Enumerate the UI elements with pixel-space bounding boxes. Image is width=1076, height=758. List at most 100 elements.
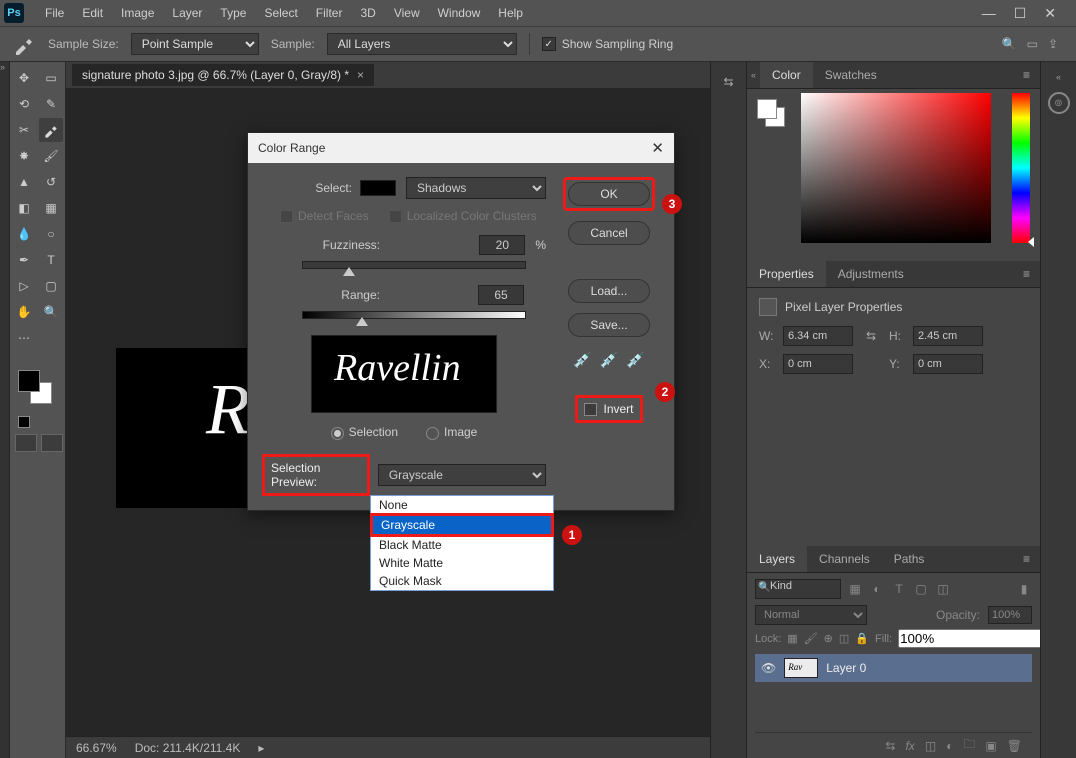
close-icon[interactable]: ✕	[1044, 5, 1056, 22]
cancel-button[interactable]: Cancel	[568, 221, 650, 245]
eyedropper-sample-icon[interactable]: 💉	[573, 351, 592, 369]
link-layers-icon[interactable]: ⇆	[885, 739, 895, 753]
spot-heal-tool[interactable]: ✸	[12, 144, 36, 168]
filter-adjust-icon[interactable]: ◐	[869, 582, 885, 596]
search-icon[interactable]: 🔍	[1002, 37, 1017, 51]
left-collapse-strip[interactable]: »	[0, 62, 10, 758]
fg-bg-swatches[interactable]	[18, 370, 60, 412]
load-button[interactable]: Load...	[568, 279, 650, 303]
layer-row[interactable]: 👁 Layer 0	[755, 654, 1032, 682]
default-colors-icon[interactable]	[18, 416, 30, 428]
move-tool[interactable]: ✥	[12, 66, 36, 90]
share-icon[interactable]: ⇪	[1048, 37, 1058, 51]
lock-pixel-icon[interactable]: 🖌	[804, 632, 818, 645]
lock-trans-icon[interactable]: ▦	[787, 632, 797, 645]
menu-file[interactable]: File	[36, 0, 73, 26]
filter-smart-icon[interactable]: ◫	[935, 582, 951, 596]
selection-preview-dropdown[interactable]: Grayscale	[378, 464, 546, 486]
blend-mode-select[interactable]: Normal	[755, 605, 867, 625]
image-radio[interactable]: Image	[426, 425, 477, 439]
visibility-eye-icon[interactable]: 👁	[761, 661, 776, 675]
selection-radio[interactable]: Selection	[331, 425, 398, 439]
group-icon[interactable]: 🗀	[963, 735, 975, 756]
menu-view[interactable]: View	[385, 0, 429, 26]
show-sampling-ring-checkbox[interactable]: ✓ Show Sampling Ring	[542, 37, 673, 51]
tool-preset-eyedropper-icon[interactable]	[12, 32, 36, 56]
color-tab[interactable]: Color	[760, 62, 813, 88]
select-dropdown[interactable]: Shadows	[406, 177, 546, 199]
marquee-tool[interactable]: ▭	[39, 66, 63, 90]
sample-size-select[interactable]: Point Sample	[131, 33, 259, 55]
ok-button[interactable]: OK	[568, 182, 650, 206]
option-quick-mask[interactable]: Quick Mask	[371, 572, 553, 590]
minimize-icon[interactable]: —	[982, 5, 996, 22]
layer-thumbnail[interactable]	[784, 658, 818, 678]
link-wh-icon[interactable]: ⇆	[859, 329, 883, 343]
clone-stamp-tool[interactable]: ▲	[12, 170, 36, 194]
zoom-level[interactable]: 66.67%	[76, 741, 117, 755]
document-tab[interactable]: signature photo 3.jpg @ 66.7% (Layer 0, …	[72, 64, 374, 86]
filter-shape-icon[interactable]: ▢	[913, 582, 929, 596]
zoom-tool[interactable]: 🔍	[39, 300, 63, 324]
dialog-close-icon[interactable]: ✕	[651, 139, 664, 157]
range-slider[interactable]	[302, 311, 526, 319]
doc-info[interactable]: Doc: 211.4K/211.4K	[135, 741, 241, 755]
menu-3d[interactable]: 3D	[351, 0, 384, 26]
eyedropper-sub-icon[interactable]: 💉	[626, 351, 645, 369]
lock-artboard-icon[interactable]: ◫	[839, 632, 849, 645]
y-input[interactable]	[913, 354, 983, 374]
panel-collapse-icon[interactable]: «	[1056, 72, 1061, 82]
menu-filter[interactable]: Filter	[307, 0, 352, 26]
properties-tab[interactable]: Properties	[747, 261, 826, 287]
quickmask-icon[interactable]	[15, 434, 37, 452]
filter-type-icon[interactable]: T	[891, 582, 907, 596]
menu-select[interactable]: Select	[255, 0, 306, 26]
adjustments-tab[interactable]: Adjustments	[826, 261, 916, 287]
panel-menu-icon[interactable]: ≡	[1013, 62, 1040, 88]
history-brush-tool[interactable]: ↺	[39, 170, 63, 194]
dialog-titlebar[interactable]: Color Range ✕	[248, 133, 674, 163]
crop-tool[interactable]: ✂	[12, 118, 36, 142]
lasso-tool[interactable]: ⟲	[12, 92, 36, 116]
brush-tool[interactable]: 🖌	[39, 144, 63, 168]
new-layer-icon[interactable]: ▣	[985, 739, 996, 753]
panel-icon-adjust[interactable]: ⇆	[717, 70, 741, 94]
eyedropper-tool[interactable]	[39, 118, 63, 142]
filter-image-icon[interactable]: ▦	[847, 582, 863, 596]
layer-fx-icon[interactable]: fx	[905, 739, 914, 753]
layer-mask-icon[interactable]: ◫	[925, 739, 936, 753]
option-grayscale[interactable]: Grayscale	[373, 516, 551, 534]
workspace-icon[interactable]: ▭	[1027, 37, 1038, 51]
layers-tab[interactable]: Layers	[747, 546, 807, 572]
option-black-matte[interactable]: Black Matte	[371, 536, 553, 554]
menu-window[interactable]: Window	[429, 0, 490, 26]
status-chevron-icon[interactable]: ▸	[258, 741, 264, 755]
pen-tool[interactable]: ✒	[12, 248, 36, 272]
maximize-icon[interactable]: ☐	[1014, 5, 1027, 22]
width-input[interactable]	[783, 326, 853, 346]
screenmode-icon[interactable]	[41, 434, 63, 452]
channels-tab[interactable]: Channels	[807, 546, 882, 572]
x-input[interactable]	[783, 354, 853, 374]
fuzziness-slider[interactable]	[302, 261, 526, 269]
dodge-tool[interactable]: ○	[39, 222, 63, 246]
menu-help[interactable]: Help	[489, 0, 532, 26]
path-select-tool[interactable]: ▷	[12, 274, 36, 298]
panel-collapse-icon[interactable]: «	[747, 64, 760, 86]
close-tab-icon[interactable]: ×	[357, 68, 364, 82]
height-input[interactable]	[913, 326, 983, 346]
invert-checkbox[interactable]: Invert	[575, 395, 642, 423]
swatches-tab[interactable]: Swatches	[813, 62, 889, 88]
gradient-tool[interactable]: ▦	[39, 196, 63, 220]
option-none[interactable]: None	[371, 496, 553, 514]
adjustment-layer-icon[interactable]: ◐	[946, 739, 953, 753]
shape-tool[interactable]: ▢	[39, 274, 63, 298]
fg-color-swatch[interactable]	[18, 370, 40, 392]
opacity-input[interactable]	[988, 606, 1032, 624]
lock-all-icon[interactable]: 🔒	[855, 632, 869, 645]
lock-pos-icon[interactable]: ⊕	[824, 632, 833, 645]
panel-menu-icon[interactable]: ≡	[1013, 261, 1040, 287]
save-button[interactable]: Save...	[568, 313, 650, 337]
type-tool[interactable]: T	[39, 248, 63, 272]
paths-tab[interactable]: Paths	[882, 546, 937, 572]
